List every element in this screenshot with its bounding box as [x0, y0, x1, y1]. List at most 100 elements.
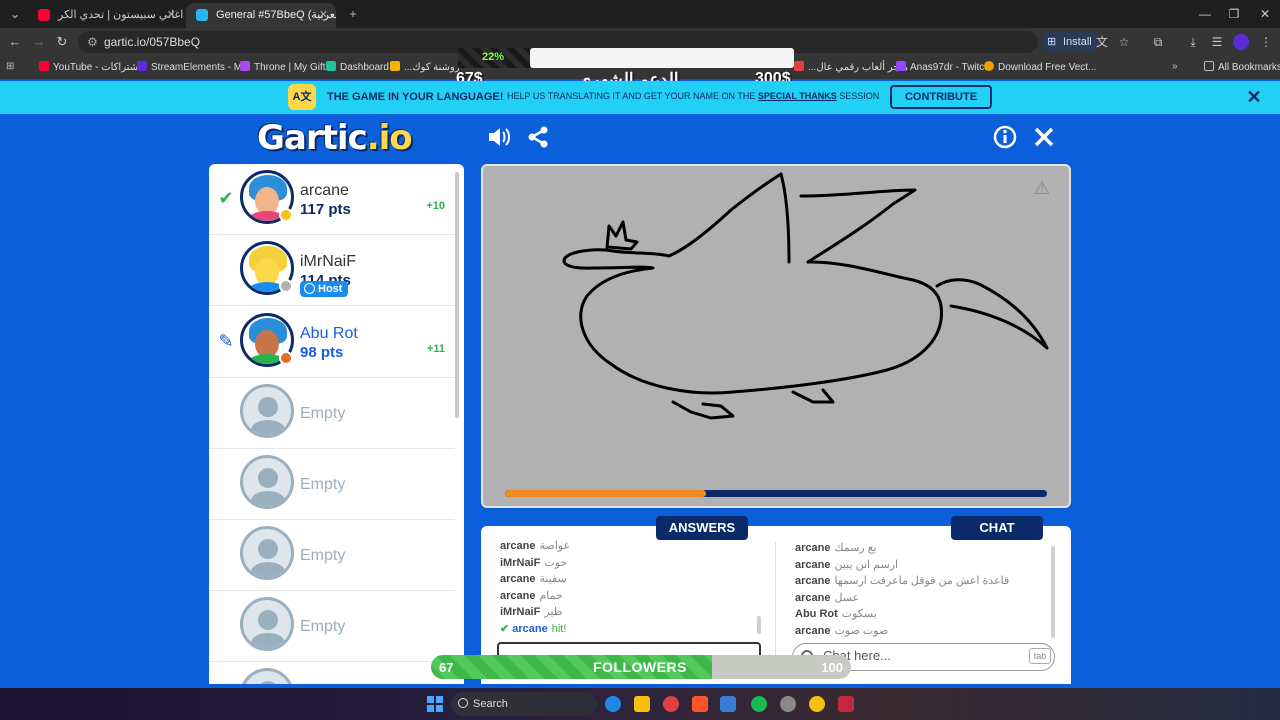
windows-start-icon[interactable] — [427, 696, 443, 712]
drawing-canvas[interactable]: ⚠ — [481, 164, 1071, 508]
bookmark-label: Anas97dr - Twitch — [910, 62, 990, 73]
translate-icon[interactable]: 文 — [1094, 34, 1110, 50]
taskbar-search[interactable]: Search — [451, 692, 597, 716]
drawing-pencil-icon: ✎ — [218, 331, 234, 351]
answers-title: ANSWERS — [656, 516, 748, 540]
answer-message: arcane غواصة — [500, 538, 569, 555]
all-bookmarks-label: All Bookmarks — [1218, 62, 1280, 73]
menu-icon[interactable]: ⋮ — [1258, 34, 1274, 50]
close-window-icon[interactable]: ✕ — [1250, 4, 1280, 24]
message-author: arcane — [500, 589, 536, 602]
message-author: Abu Rot — [795, 608, 838, 620]
chat-message: arcane قاعدة اعش من قوقل ماعرفت ارسمها — [795, 573, 1009, 590]
reload-icon[interactable]: ↻ — [53, 33, 71, 51]
empty-avatar-icon — [240, 526, 294, 580]
message-author: arcane — [512, 622, 548, 635]
empty-slot: Empty — [209, 520, 455, 591]
empty-slot: Empty — [209, 591, 455, 662]
install-button[interactable]: ⊞ Install — [1041, 32, 1100, 52]
hit-check-icon: ✔ — [500, 622, 510, 635]
bookmark-star-icon[interactable]: ☆ — [1116, 34, 1132, 50]
message-author: iMrNaiF — [500, 556, 541, 569]
maximize-icon[interactable]: ❐ — [1219, 4, 1249, 24]
message-text: صوت صوت — [834, 624, 889, 637]
bookmark-drive[interactable]: ...روشنة كوك — [390, 61, 460, 73]
turn-timer-bar — [505, 490, 1047, 497]
profile-avatar[interactable] — [1233, 34, 1249, 50]
players-scrollbar[interactable] — [455, 172, 459, 418]
forward-icon[interactable]: → — [30, 33, 48, 51]
throne-icon — [240, 61, 250, 71]
answer-hit-message: ✔ arcane hit! — [500, 621, 569, 638]
message-text: بسكوت — [841, 608, 877, 620]
chat-message: arcane عسل — [795, 590, 1009, 607]
all-bookmarks[interactable]: All Bookmarks — [1204, 61, 1280, 73]
contribute-button[interactable]: CONTRIBUTE — [890, 85, 992, 109]
brave-icon[interactable] — [692, 696, 708, 712]
share-icon[interactable] — [525, 124, 551, 150]
edge-icon[interactable] — [605, 696, 621, 712]
bookmark-label: Dashboard — [340, 62, 389, 73]
sound-icon[interactable] — [486, 124, 512, 150]
empty-avatar-icon — [240, 384, 294, 438]
message-text: سفينة — [539, 573, 567, 585]
player-row: ✔ arcane 117 pts +10 — [209, 164, 455, 235]
message-text: ارسم انن يبين — [834, 558, 899, 571]
bookmark-freepik[interactable]: Download Free Vect... — [984, 61, 1096, 73]
back-icon[interactable]: ← — [6, 33, 24, 51]
answer-message: iMrNaiF حوت — [500, 555, 569, 572]
tab-2[interactable]: General #57BbeQ (العربية) ✕ — [186, 3, 336, 28]
bookmark-label: Throne | My Gifts — [254, 62, 331, 73]
message-text: طير — [544, 606, 563, 618]
player-bonus: +11 — [426, 343, 445, 355]
tab-list-icon[interactable]: ⌄ — [6, 5, 24, 23]
answers-scrollbar[interactable] — [757, 616, 761, 634]
tab-1[interactable]: تحدي اغاني سبيستون | تحدي الكر ✕ — [28, 3, 184, 28]
media-icon[interactable]: ☰ — [1209, 34, 1225, 50]
bookmark-store[interactable]: ...متجر ألعاب رقمي عال — [794, 61, 908, 73]
close-tab-2-icon[interactable]: ✕ — [319, 8, 328, 21]
site-info-icon[interactable]: ⚙ — [87, 31, 98, 53]
bookmark-throne[interactable]: Throne | My Gifts — [240, 61, 331, 73]
downloads-icon[interactable]: ⤓ — [1185, 34, 1201, 50]
bookmark-twitch[interactable]: Anas97dr - Twitch — [896, 61, 990, 73]
panel-divider — [775, 542, 776, 662]
report-warning-icon[interactable]: ⚠ — [1031, 178, 1053, 198]
settings-gear-icon[interactable] — [780, 696, 796, 712]
extensions-icon[interactable]: ⧉ — [1150, 34, 1166, 50]
bookmark-dashboard[interactable]: Dashboard — [326, 61, 389, 73]
message-author: arcane — [795, 558, 831, 571]
info-icon[interactable] — [992, 124, 1018, 150]
folder-icon — [1204, 61, 1214, 71]
apps-icon[interactable]: ⊞ — [6, 61, 14, 72]
empty-slot — [209, 662, 455, 684]
banner-subtitle: HELP US TRANSLATING IT AND GET YOUR NAME… — [507, 91, 879, 101]
app-icon[interactable] — [838, 696, 854, 712]
minimize-icon[interactable]: — — [1190, 4, 1220, 24]
store-app-icon[interactable] — [720, 696, 736, 712]
message-text: حمام — [539, 589, 563, 602]
new-tab-icon[interactable]: + — [344, 5, 362, 23]
store-icon — [794, 61, 804, 71]
answer-message: arcane حمام — [500, 588, 569, 605]
spotify-icon[interactable] — [751, 696, 767, 712]
bookmark-youtube[interactable]: YouTube - الاشتراكات — [39, 61, 147, 73]
banner-close-icon[interactable]: ✕ — [1245, 88, 1263, 106]
donation-goal-track — [530, 48, 794, 68]
more-bookmarks-icon[interactable]: » — [1172, 61, 1178, 72]
special-thanks-link[interactable]: SPECIAL THANKS — [758, 91, 837, 101]
empty-avatar-icon — [240, 668, 294, 684]
message-author: arcane — [500, 540, 536, 552]
logo-suffix-text: .io — [366, 118, 413, 158]
bookmark-streamelements[interactable]: StreamElements - M... — [137, 61, 250, 73]
chrome-icon[interactable] — [663, 696, 679, 712]
discord-icon[interactable] — [809, 696, 825, 712]
bookmark-label: ...متجر ألعاب رقمي عال — [808, 62, 909, 73]
close-tab-1-icon[interactable]: ✕ — [167, 8, 176, 21]
message-text: يع رسمك — [834, 542, 877, 554]
exit-icon[interactable] — [1031, 124, 1057, 150]
youtube-favicon-icon — [38, 9, 50, 21]
empty-label: Empty — [300, 476, 346, 493]
chat-scrollbar[interactable] — [1051, 546, 1055, 638]
file-explorer-icon[interactable] — [634, 696, 650, 712]
